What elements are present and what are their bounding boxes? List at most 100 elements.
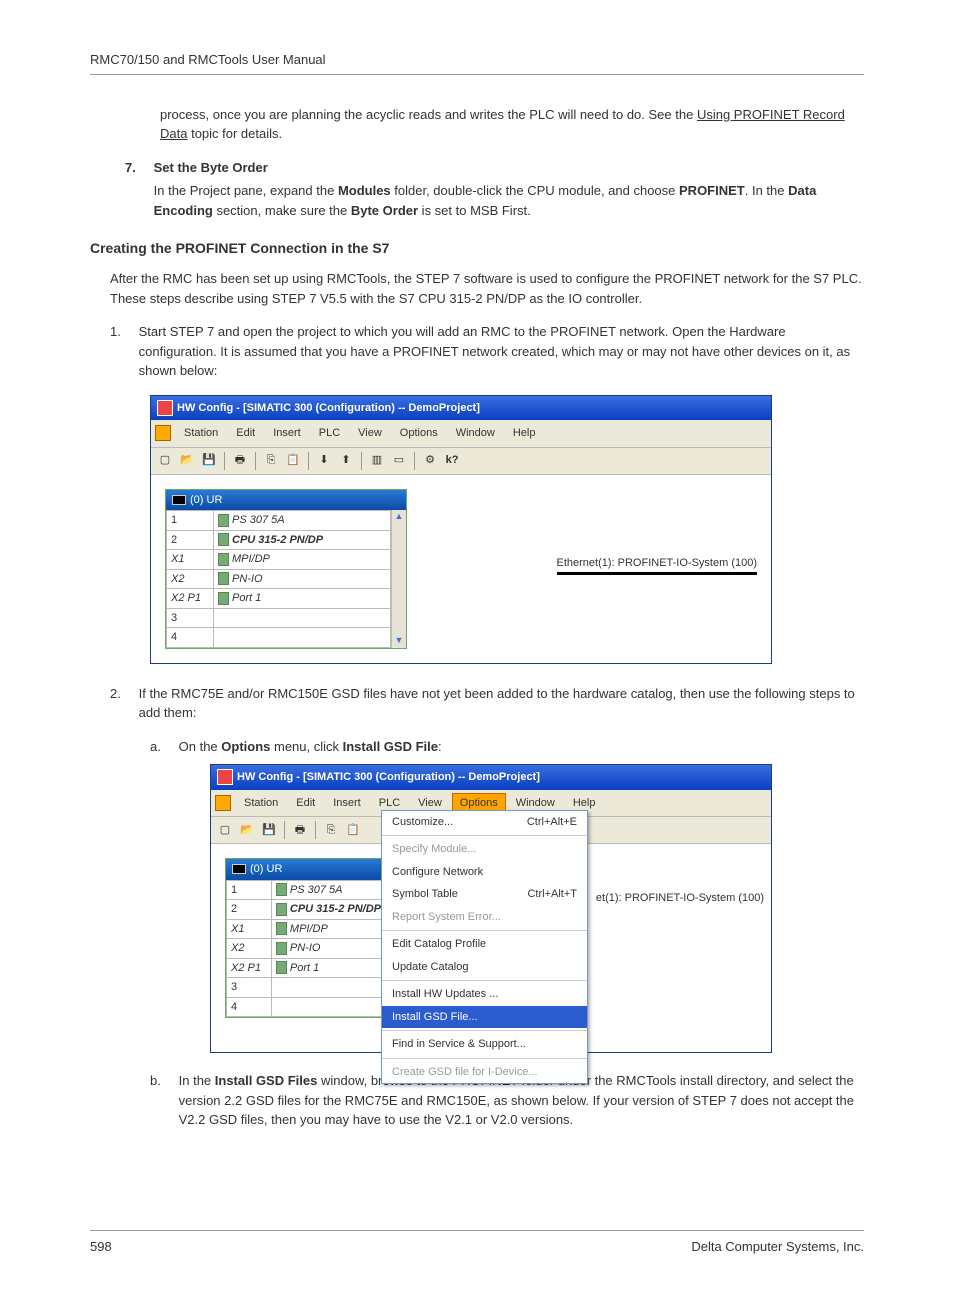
- menu-separator: [382, 930, 587, 931]
- module-cell: [214, 608, 391, 628]
- menu-plc[interactable]: PLC: [311, 423, 348, 444]
- menu-item[interactable]: Update Catalog: [382, 956, 587, 979]
- table-row[interactable]: 2CPU 315-2 PN/DP: [167, 530, 391, 550]
- table-row[interactable]: X2PN-IO: [227, 939, 386, 959]
- table-row[interactable]: 3: [227, 978, 386, 998]
- doc-icon: [215, 795, 231, 811]
- module-cell: [271, 978, 385, 998]
- upload-icon[interactable]: ⬆: [336, 451, 356, 471]
- intro-paragraph: process, once you are planning the acycl…: [160, 105, 864, 144]
- copy-icon[interactable]: ⎘: [321, 820, 341, 840]
- hwconfig-window-2: HW Config - [SIMATIC 300 (Configuration)…: [210, 764, 772, 1053]
- separator: [361, 452, 362, 470]
- table-row[interactable]: X2 P1Port 1: [167, 589, 391, 609]
- menu-separator: [382, 1030, 587, 1031]
- scroll-down-icon[interactable]: ▼: [395, 634, 404, 648]
- module-icon: [276, 922, 287, 935]
- step-number: 7.: [125, 158, 150, 178]
- title-bar[interactable]: HW Config - [SIMATIC 300 (Configuration)…: [211, 765, 771, 790]
- menu-item[interactable]: Customize...Ctrl+Alt+E: [382, 811, 587, 834]
- b: PROFINET: [679, 183, 745, 198]
- menu-item[interactable]: Configure Network: [382, 861, 587, 884]
- menu-edit[interactable]: Edit: [288, 793, 323, 814]
- help-icon[interactable]: k?: [442, 451, 462, 471]
- menu-insert[interactable]: Insert: [325, 793, 369, 814]
- table-row[interactable]: 1PS 307 5A: [227, 880, 386, 900]
- step-title: Set the Byte Order: [154, 160, 268, 175]
- slot-cell: X2 P1: [167, 589, 214, 609]
- separator: [308, 452, 309, 470]
- new-icon[interactable]: ▢: [215, 820, 235, 840]
- separator: [255, 452, 256, 470]
- network-icon[interactable]: ⚙: [420, 451, 440, 471]
- page-footer: 598 Delta Computer Systems, Inc.: [90, 1230, 864, 1257]
- title-bar[interactable]: HW Config - [SIMATIC 300 (Configuration)…: [151, 396, 771, 421]
- t: In the: [179, 1073, 215, 1088]
- open-icon[interactable]: 📂: [237, 820, 257, 840]
- menu-item[interactable]: Edit Catalog Profile: [382, 933, 587, 956]
- table-row[interactable]: X2PN-IO: [167, 569, 391, 589]
- menu-view[interactable]: View: [350, 423, 390, 444]
- module-icon: [218, 553, 229, 566]
- save-icon[interactable]: 💾: [259, 820, 279, 840]
- menu-item-label: Configure Network: [392, 864, 483, 881]
- menu-item-label: Install HW Updates ...: [392, 986, 498, 1003]
- table-row[interactable]: X2 P1Port 1: [227, 958, 386, 978]
- options-menu: Customize...Ctrl+Alt+E Specify Module... C…: [381, 810, 588, 1085]
- menu-item: Create GSD file for I-Device...: [382, 1061, 587, 1084]
- menu-item: Report System Error...: [382, 906, 587, 929]
- menu-item[interactable]: Install GSD File...: [382, 1006, 587, 1029]
- slot-cell: 3: [227, 978, 272, 998]
- scroll-up-icon[interactable]: ▲: [395, 510, 404, 524]
- table-row[interactable]: 2CPU 315-2 PN/DP: [227, 900, 386, 920]
- menu-options[interactable]: Options: [392, 423, 446, 444]
- print-icon[interactable]: 🖶: [290, 820, 310, 840]
- list-number: 2.: [110, 684, 135, 704]
- menu-station[interactable]: Station: [176, 423, 226, 444]
- menu-window[interactable]: Window: [448, 423, 503, 444]
- menu-item[interactable]: Install HW Updates ...: [382, 983, 587, 1006]
- menu-item[interactable]: Find in Service & Support...: [382, 1033, 587, 1056]
- menu-item: Specify Module...: [382, 838, 587, 861]
- paste-icon[interactable]: 📋: [283, 451, 303, 471]
- module-cell: CPU 315-2 PN/DP: [214, 530, 391, 550]
- t: menu, click: [270, 739, 342, 754]
- table-row[interactable]: 4: [167, 628, 391, 648]
- download-icon[interactable]: ⬇: [314, 451, 334, 471]
- rack-header[interactable]: (0) UR: [226, 859, 386, 880]
- table-row[interactable]: X1MPI/DP: [167, 550, 391, 570]
- b: Modules: [338, 183, 391, 198]
- menu-insert[interactable]: Insert: [265, 423, 309, 444]
- menu-help[interactable]: Help: [505, 423, 544, 444]
- module-cell: PN-IO: [271, 939, 385, 959]
- open-icon[interactable]: 📂: [177, 451, 197, 471]
- catalog-icon[interactable]: ▥: [367, 451, 387, 471]
- slot-cell: 3: [167, 608, 214, 628]
- save-icon[interactable]: 💾: [199, 451, 219, 471]
- module-cell: CPU 315-2 PN/DP: [271, 900, 385, 920]
- window-icon[interactable]: ▭: [389, 451, 409, 471]
- copy-icon[interactable]: ⎘: [261, 451, 281, 471]
- table-row[interactable]: X1MPI/DP: [227, 919, 386, 939]
- menu-station[interactable]: Station: [236, 793, 286, 814]
- menu-edit[interactable]: Edit: [228, 423, 263, 444]
- module-icon: [218, 514, 229, 527]
- menu-item-label: Specify Module...: [392, 841, 476, 858]
- table-row[interactable]: 1PS 307 5A: [167, 511, 391, 531]
- toolbar: ▢ 📂 💾 🖶 ⎘ 📋 ⬇ ⬆ ▥ ▭ ⚙ k?: [151, 448, 771, 475]
- ethernet-label[interactable]: Ethernet(1): PROFINET-IO-System (100): [557, 555, 758, 576]
- scrollbar[interactable]: ▲▼: [391, 510, 406, 648]
- app-icon: [157, 400, 173, 416]
- print-icon[interactable]: 🖶: [230, 451, 250, 471]
- rack-header[interactable]: (0) UR: [166, 490, 406, 511]
- menu-shortcut: Ctrl+Alt+E: [527, 814, 577, 831]
- new-icon[interactable]: ▢: [155, 451, 175, 471]
- table-row[interactable]: 3: [167, 608, 391, 628]
- t: is set to MSB First.: [418, 203, 531, 218]
- ethernet-label[interactable]: et(1): PROFINET-IO-System (100): [596, 890, 764, 907]
- module-icon: [276, 942, 287, 955]
- b: Options: [221, 739, 270, 754]
- table-row[interactable]: 4: [227, 997, 386, 1017]
- paste-icon[interactable]: 📋: [343, 820, 363, 840]
- menu-item[interactable]: Symbol TableCtrl+Alt+T: [382, 883, 587, 906]
